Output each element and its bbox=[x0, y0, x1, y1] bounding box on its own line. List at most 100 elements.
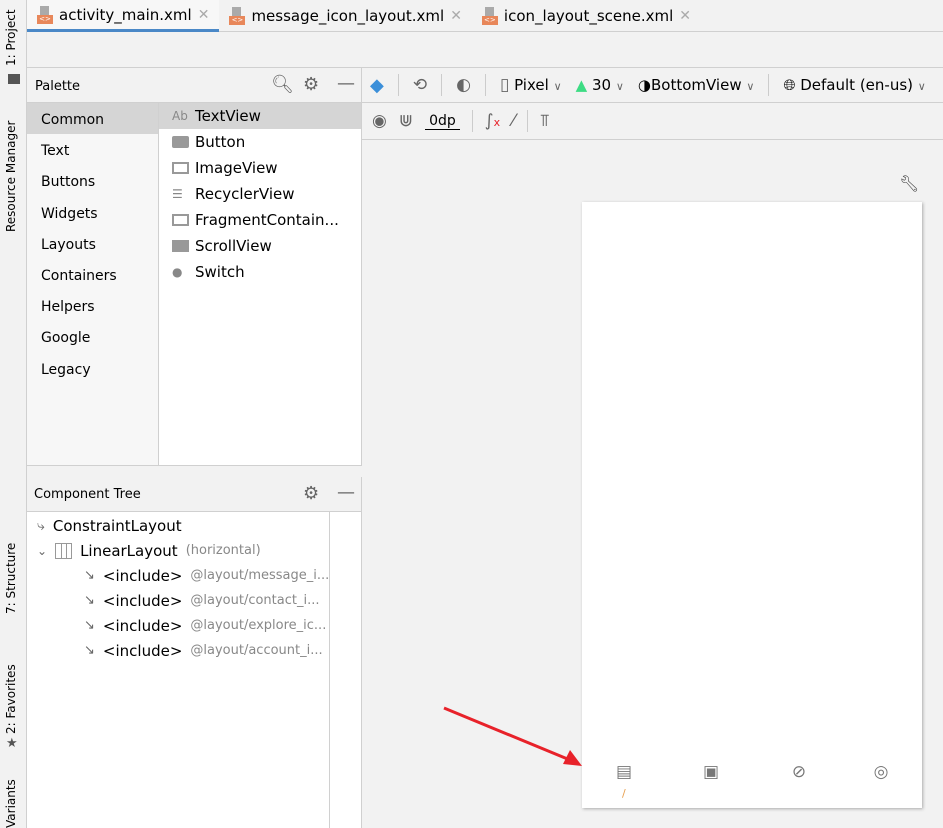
orientation-icon[interactable]: ⟲ bbox=[413, 75, 427, 95]
tab-activity-main[interactable]: activity_main.xml ✕ bbox=[27, 0, 220, 32]
android-icon: ▲ bbox=[575, 76, 588, 94]
xml-file-icon bbox=[229, 7, 246, 25]
gear-icon[interactable]: ⚙ bbox=[303, 483, 319, 504]
tab-icon-layout-scene[interactable]: icon_layout_scene.xml ✕ bbox=[472, 0, 701, 32]
star-icon: ★ bbox=[6, 736, 18, 751]
item-label: Switch bbox=[195, 263, 245, 281]
palette-item-fragmentcontainer[interactable]: FragmentContain... bbox=[159, 207, 361, 233]
palette-item-recyclerview[interactable]: ☰ RecyclerView bbox=[159, 181, 361, 207]
component-tree-title: Component Tree bbox=[34, 487, 141, 502]
locale-selector[interactable]: 🌐︎ Default (en-us) ∨ bbox=[783, 76, 925, 94]
category-widgets[interactable]: Widgets bbox=[27, 197, 158, 228]
close-icon[interactable]: ✕ bbox=[198, 7, 210, 23]
palette-item-button[interactable]: Button bbox=[159, 129, 361, 155]
category-text[interactable]: Text bbox=[27, 134, 158, 165]
node-hint: @layout/message_i... bbox=[190, 568, 330, 583]
close-icon[interactable]: ✕ bbox=[679, 8, 691, 24]
palette-categories: Common Text Buttons Widgets Layouts Cont… bbox=[27, 103, 159, 465]
node-label: <include> bbox=[102, 641, 183, 660]
include-arrow-icon: ↘ bbox=[84, 568, 95, 583]
chevron-down-icon[interactable]: ⌄ bbox=[37, 544, 47, 558]
wrench-icon[interactable]: 🔧︎ bbox=[899, 174, 919, 193]
palette-item-imageview[interactable]: ImageView bbox=[159, 155, 361, 181]
structure-tool-tab[interactable]: 7: Structure bbox=[4, 543, 18, 614]
build-variants-tool-tab[interactable]: Variants bbox=[4, 779, 18, 828]
component-tree-header: Component Tree ⚙ — bbox=[27, 477, 362, 512]
tree-node-linearlayout[interactable]: ⌄ LinearLayout (horizontal) bbox=[37, 538, 261, 563]
component-tree: ⤷ ConstraintLayout ⌄ LinearLayout (horizont… bbox=[27, 512, 362, 828]
layers-icon[interactable]: ◆ bbox=[370, 75, 384, 96]
image-icon bbox=[172, 162, 189, 174]
list-icon: ☰ bbox=[172, 187, 183, 201]
category-legacy[interactable]: Legacy bbox=[27, 353, 158, 384]
tree-node-include[interactable]: ↘ <include> @layout/explore_ic... bbox=[84, 613, 326, 638]
node-hint: @layout/explore_ic... bbox=[190, 618, 327, 633]
panel-splitter[interactable] bbox=[27, 465, 362, 477]
include-arrow-icon: ↘ bbox=[84, 618, 95, 633]
gear-icon[interactable]: ⚙ bbox=[303, 74, 319, 95]
category-common[interactable]: Common bbox=[27, 103, 158, 135]
design-toolbar: ◆ ⟲ ◐ ▯ Pixel ∨ ▲ 30 ∨ ◑BottomView ∨ 🌐︎ … bbox=[362, 68, 943, 103]
item-label: FragmentContain... bbox=[195, 211, 339, 229]
theme-selector[interactable]: ◑BottomView ∨ bbox=[638, 76, 755, 94]
tree-node-include[interactable]: ↘ <include> @layout/contact_i... bbox=[84, 588, 320, 613]
node-hint: @layout/account_i... bbox=[190, 643, 323, 658]
palette-title: Palette bbox=[35, 79, 81, 94]
palette-item-switch[interactable]: ● Switch bbox=[159, 259, 361, 285]
chevron-down-icon: ∨ bbox=[615, 80, 624, 93]
palette-header: Palette 🔍︎ ⚙ — bbox=[27, 68, 362, 103]
tree-gutter bbox=[329, 512, 330, 828]
minimize-icon[interactable]: — bbox=[337, 482, 355, 503]
search-icon[interactable]: 🔍︎ bbox=[271, 74, 294, 95]
textview-icon: Ab bbox=[172, 109, 188, 123]
node-label: <include> bbox=[102, 591, 183, 610]
tree-node-include[interactable]: ↘ <include> @layout/message_i... bbox=[84, 563, 329, 588]
item-label: Button bbox=[195, 133, 246, 151]
xml-file-icon bbox=[481, 7, 498, 25]
tree-node-include[interactable]: ↘ <include> @layout/account_i... bbox=[84, 638, 323, 663]
tool-window-strip: 1: Project Resource Manager 7: Structure… bbox=[0, 0, 27, 828]
node-hint: (horizontal) bbox=[185, 543, 261, 558]
api-selector[interactable]: ▲ 30 ∨ bbox=[576, 76, 624, 94]
chevron-down-icon: ∨ bbox=[917, 80, 926, 93]
contact-icon[interactable]: ▣ bbox=[701, 762, 721, 782]
api-label: 30 bbox=[591, 76, 612, 94]
night-mode-icon[interactable]: ◐ bbox=[456, 75, 471, 95]
minimize-icon[interactable]: — bbox=[337, 73, 355, 94]
node-label: <include> bbox=[102, 616, 183, 635]
device-selector[interactable]: ▯ Pixel ∨ bbox=[500, 75, 562, 95]
default-margin-field[interactable]: 0dp bbox=[425, 113, 460, 130]
phone-icon: ▯ bbox=[499, 75, 510, 95]
close-icon[interactable]: ✕ bbox=[450, 8, 462, 24]
category-containers[interactable]: Containers bbox=[27, 259, 158, 290]
explore-icon[interactable]: ⊘ bbox=[789, 762, 809, 782]
eye-icon[interactable]: ◉ bbox=[372, 111, 387, 131]
chevron-down-icon: ∨ bbox=[553, 80, 562, 93]
device-label: Pixel bbox=[514, 76, 549, 94]
resource-manager-tool-tab[interactable]: Resource Manager bbox=[4, 121, 18, 232]
tree-node-constraintlayout[interactable]: ⤷ ConstraintLayout bbox=[37, 513, 182, 538]
tab-message-icon-layout[interactable]: message_icon_layout.xml ✕ bbox=[219, 0, 471, 32]
project-tool-tab[interactable]: 1: Project bbox=[4, 9, 18, 66]
category-google[interactable]: Google bbox=[27, 321, 158, 352]
guidelines-icon[interactable]: ⫪ bbox=[540, 111, 550, 131]
clear-constraints-icon[interactable]: ∫x bbox=[485, 111, 500, 131]
palette-item-textview[interactable]: Ab TextView bbox=[159, 103, 361, 129]
node-label: ConstraintLayout bbox=[52, 516, 182, 535]
tab-label: activity_main.xml bbox=[59, 5, 192, 24]
editor-tabs: activity_main.xml ✕ message_icon_layout.x… bbox=[27, 0, 943, 32]
editor-mode-bar bbox=[27, 32, 943, 68]
magnet-icon[interactable]: ⋓ bbox=[399, 111, 413, 131]
include-arrow-icon: ↘ bbox=[84, 593, 95, 608]
favorites-tool-tab[interactable]: 2: Favorites bbox=[4, 664, 18, 734]
infer-constraints-icon[interactable]: ⁄ bbox=[512, 111, 515, 131]
constraint-icon: ⤷ bbox=[37, 517, 45, 534]
category-buttons[interactable]: Buttons bbox=[27, 165, 158, 196]
button-icon bbox=[172, 136, 189, 148]
account-icon[interactable]: ◎ bbox=[871, 762, 891, 782]
category-layouts[interactable]: Layouts bbox=[27, 228, 158, 259]
palette-item-scrollview[interactable]: ScrollView bbox=[159, 233, 361, 259]
device-preview[interactable]: ▤ / ▣ ⊘ ◎ bbox=[582, 202, 922, 808]
message-icon[interactable]: ▤ bbox=[614, 762, 634, 782]
category-helpers[interactable]: Helpers bbox=[27, 290, 158, 321]
